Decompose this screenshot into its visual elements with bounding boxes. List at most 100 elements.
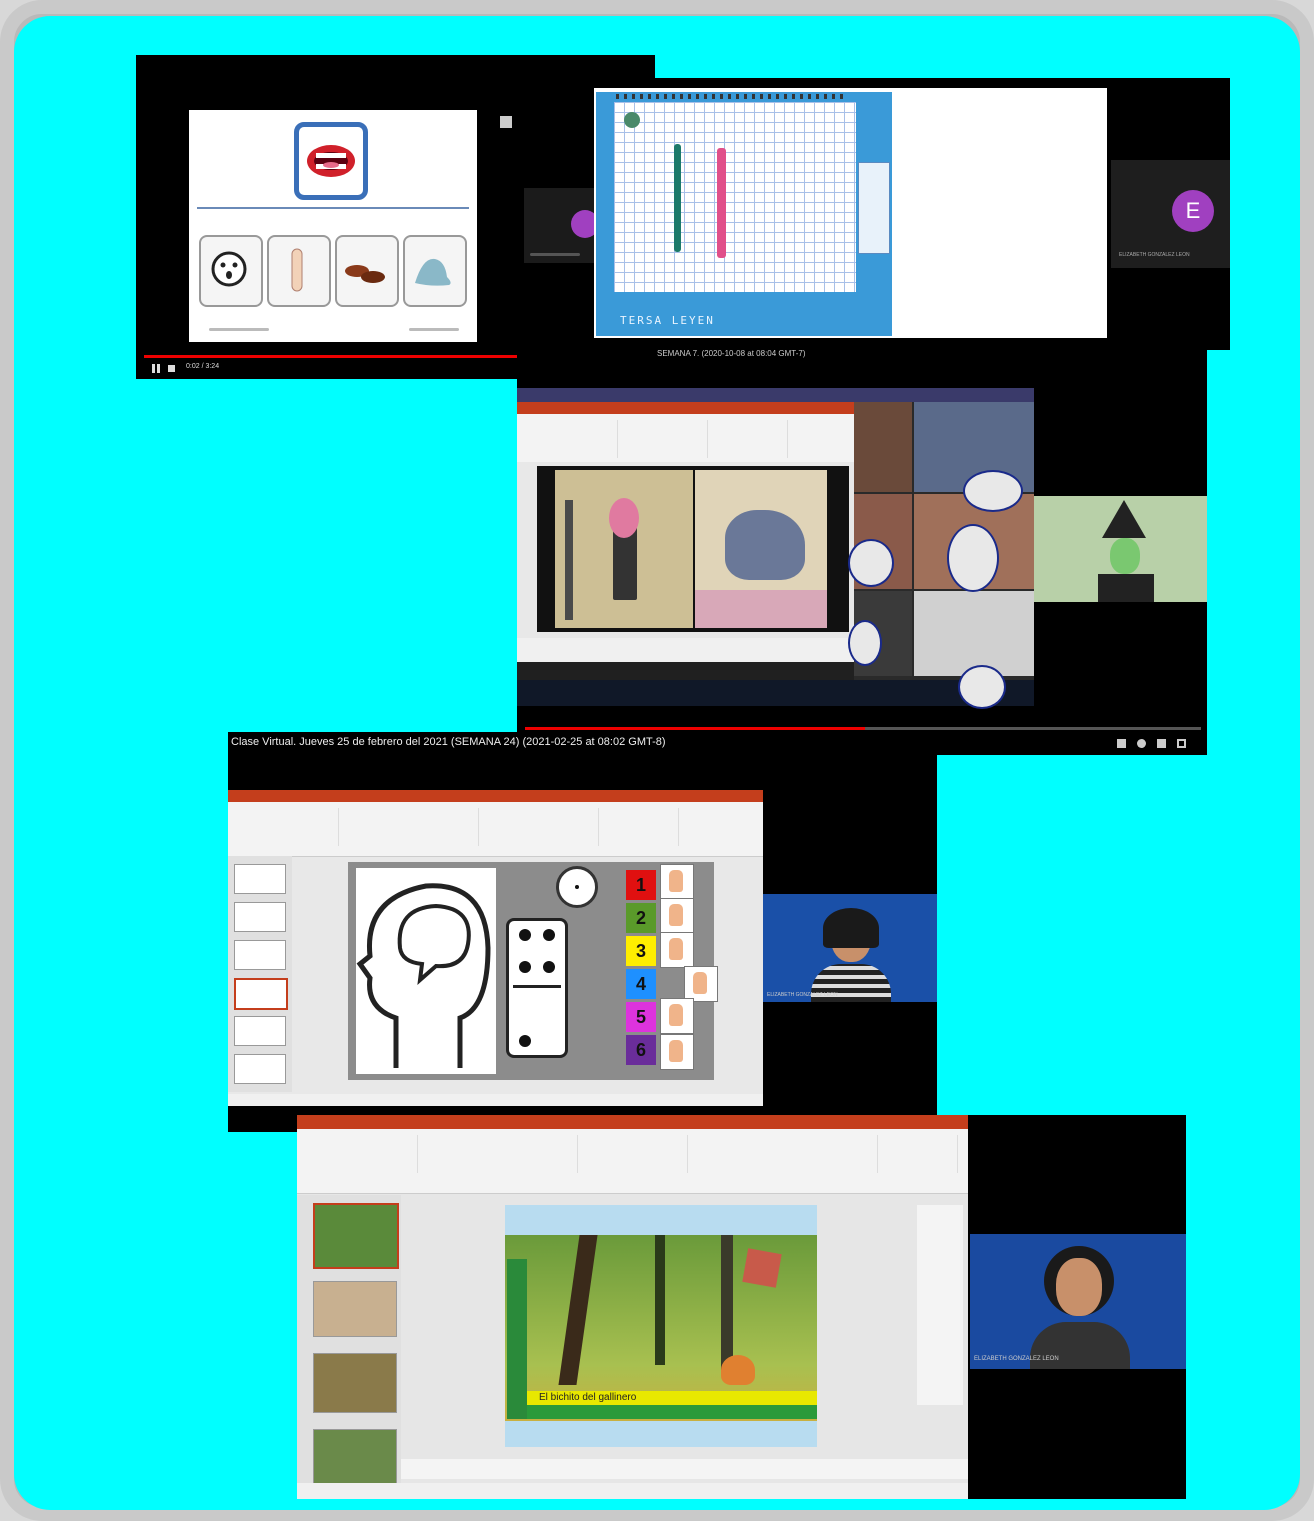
number-3: 3 [626, 936, 656, 966]
book-left-page [555, 470, 693, 628]
elephant-shape [725, 510, 805, 580]
slide-area [517, 462, 854, 638]
forest-story-panel: El bichito del gallinero ELIZABETH GONZA… [297, 1115, 1186, 1499]
hand-count-5 [660, 998, 694, 1034]
witch-hat [1102, 500, 1146, 538]
slide-bottom-banner [527, 1405, 817, 1419]
teacher-witch-tile [1034, 496, 1207, 602]
slide-thumbnails[interactable] [228, 856, 292, 1092]
notebook-board: TERSA LEYEN [596, 92, 892, 336]
tree-trunk [721, 1235, 733, 1375]
privacy-mask [848, 620, 882, 666]
powerpoint-ribbon[interactable] [228, 802, 763, 857]
shared-screen: TERSA LEYEN [594, 88, 1107, 338]
powerpoint-titlebar [228, 790, 763, 802]
notes-bar [401, 1459, 968, 1479]
mouth-icon [307, 145, 355, 177]
witch-hair [609, 498, 639, 538]
teacher-body [1098, 574, 1154, 602]
hand-count-1 [660, 864, 694, 900]
miniplayer-icon[interactable] [1157, 739, 1166, 748]
slide-card [189, 110, 477, 342]
powerpoint-titlebar [517, 402, 854, 414]
captions-icon[interactable] [1117, 739, 1126, 748]
card-shoes [335, 235, 399, 307]
teacher-face [1110, 538, 1140, 574]
privacy-mask [848, 539, 894, 587]
powerpoint-titlebar [297, 1115, 968, 1129]
domino-divider [513, 985, 561, 988]
number-6: 6 [626, 1035, 656, 1065]
recording-title: Clase Virtual. Jueves 25 de febrero del … [231, 736, 666, 748]
settings-icon[interactable] [1137, 739, 1146, 748]
play-pause-icon[interactable] [152, 364, 160, 373]
powerpoint-ribbon[interactable] [297, 1129, 968, 1194]
pink-marker [717, 148, 726, 258]
board-footer: TERSA LEYEN [620, 314, 715, 327]
tool-panel[interactable] [858, 162, 890, 254]
participant-name: ELIZABETH GONZALEZ LEON [767, 992, 838, 998]
participant-name: ELIZABETH GONZALEZ LEON [1119, 252, 1190, 258]
face-icon [211, 251, 247, 287]
powerpoint-window: El bichito del gallinero [297, 1115, 968, 1499]
card-smiley [199, 235, 263, 307]
right-participant-tile: E ELIZABETH GONZALEZ LEON [1111, 160, 1230, 268]
student-tile-1 [854, 402, 912, 492]
teacher-video-tile: ELIZABETH GONZALEZ LEON [763, 894, 937, 1002]
fox-figure [721, 1355, 755, 1385]
whiteboard-meeting-panel: TERSA LEYEN E ELIZABETH GONZALEZ LEON [524, 78, 1230, 350]
bare-tree [565, 500, 573, 620]
progress-fill [525, 727, 865, 730]
powerpoint-ribbon[interactable] [517, 414, 854, 463]
student-tile-6 [914, 591, 1034, 676]
main-slide: El bichito del gallinero [505, 1205, 817, 1447]
dice-box [742, 1248, 782, 1288]
hand-count-2 [660, 898, 694, 934]
finger-icon [291, 248, 303, 292]
self-view-thumb [500, 116, 512, 128]
divider-line [197, 207, 469, 209]
storybook-class-panel: SEMANA 7. (2020-10-08 at 08:04 GMT-7) [517, 350, 1207, 755]
tree-trunk [558, 1235, 598, 1385]
notes-bar [517, 638, 854, 662]
volume-icon[interactable] [168, 365, 175, 372]
left-participant-strip [524, 188, 599, 263]
participant-avatar: E [1172, 190, 1214, 232]
hand-count-4 [684, 966, 718, 1002]
status-bar [297, 1483, 968, 1499]
privacy-mask [947, 524, 999, 592]
browser-tabs[interactable] [517, 388, 1034, 402]
spiral-binding [616, 94, 846, 99]
status-bar [228, 1094, 763, 1106]
collage-canvas: 0:02 / 3:24 TERSA LEYEN E ELIZABETH GONZ… [14, 16, 1300, 1510]
domino-tile [506, 918, 568, 1058]
participant-name-partial [530, 253, 580, 256]
seal-icon [415, 258, 451, 286]
slide-thumbnails[interactable] [297, 1195, 401, 1487]
number-1: 1 [626, 870, 656, 900]
hand-count-6 [660, 1034, 694, 1070]
card-finger [267, 235, 331, 307]
spinner-dial[interactable] [556, 866, 598, 908]
grid-paper [614, 102, 856, 292]
fullscreen-icon[interactable] [1177, 739, 1186, 748]
recording-title: SEMANA 7. (2020-10-08 at 08:04 GMT-7) [657, 350, 806, 358]
time-display: 0:02 / 3:24 [186, 363, 220, 370]
progress-bar[interactable] [525, 727, 1201, 730]
green-stroke [674, 144, 681, 252]
tree-trunk [655, 1235, 665, 1365]
taskbar[interactable] [517, 680, 1034, 706]
teacher-video-tile: ELIZABETH GONZALEZ LEON [970, 1234, 1186, 1369]
shoes-icon [345, 265, 385, 283]
patterned-floor [695, 590, 827, 628]
number-2: 2 [626, 903, 656, 933]
head-brain-icon [356, 883, 491, 1068]
green-side-bar [507, 1259, 527, 1419]
card-caption-right [409, 328, 459, 331]
powerpoint-window: 1 2 3 4 5 6 [228, 790, 763, 1106]
counting-class-panel: Clase Virtual. Jueves 25 de febrero del … [228, 732, 937, 1132]
head-picture [356, 868, 496, 1074]
number-5: 5 [626, 1002, 656, 1032]
participant-name: ELIZABETH GONZALEZ LEON [974, 1356, 1059, 1362]
side-panel[interactable] [917, 1205, 963, 1405]
